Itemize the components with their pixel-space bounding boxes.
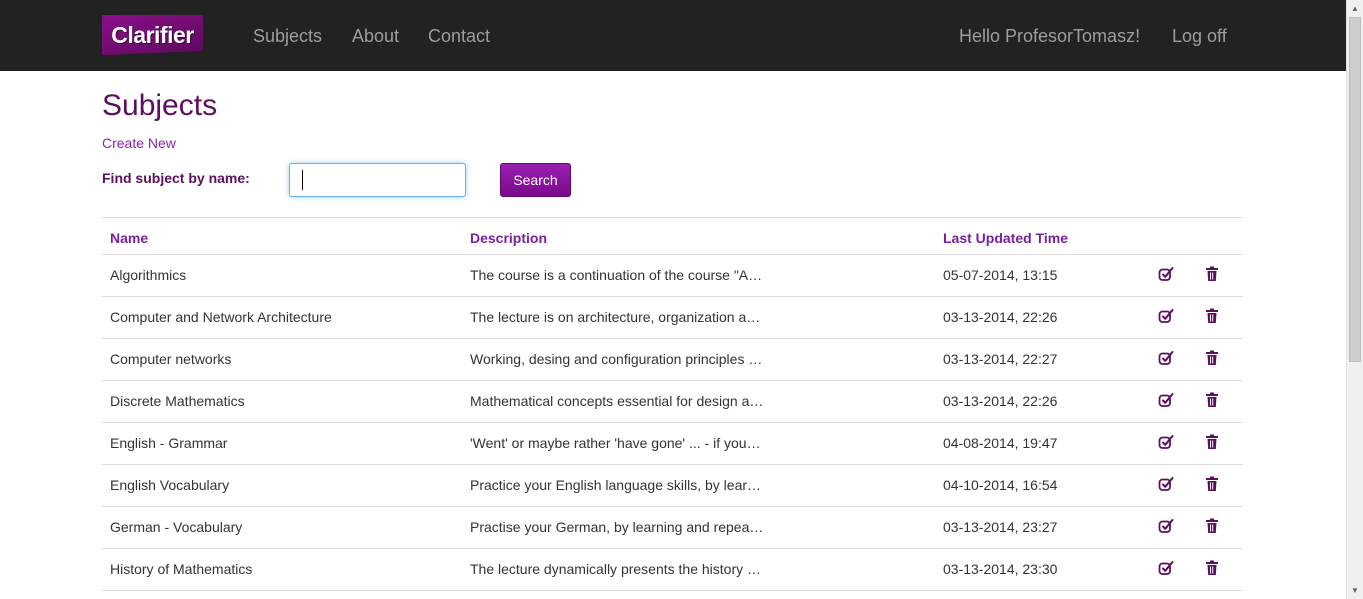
subject-updated-cell: 04-10-2014, 16:54	[943, 477, 1058, 493]
search-button[interactable]: Search	[500, 163, 571, 197]
subject-name-cell: Discrete Mathematics	[110, 393, 245, 409]
subject-name-cell: Computer networks	[110, 351, 232, 367]
subject-search-input[interactable]	[289, 163, 466, 197]
table-row: Computer networks Working, desing and con…	[102, 339, 1243, 381]
subject-updated-cell: 03-13-2014, 22:27	[943, 351, 1058, 367]
trash-icon[interactable]	[1203, 391, 1221, 409]
logoff-link[interactable]: Log off	[1172, 25, 1227, 47]
column-header-name[interactable]: Name	[110, 230, 148, 247]
edit-icon[interactable]	[1157, 265, 1175, 283]
table-row: Discrete Mathematics Mathematical concept…	[102, 381, 1243, 423]
subject-description-cell: Working, desing and configuration princi…	[470, 351, 763, 367]
trash-icon[interactable]	[1203, 265, 1221, 283]
navbar: Clarifier Subjects About Contact Hello P…	[0, 0, 1346, 71]
table-row: History of Mathematics The lecture dynami…	[102, 549, 1243, 591]
subject-description-cell: Practise your German, by learning and re…	[470, 519, 764, 535]
table-row: German - Vocabulary Practise your German,…	[102, 507, 1243, 549]
subject-description-cell: The lecture dynamically presents the his…	[470, 561, 762, 577]
user-greeting-link[interactable]: Hello ProfesorTomasz!	[959, 25, 1140, 47]
subject-description-cell: Mathematical concepts essential for desi…	[470, 393, 764, 409]
subject-updated-cell: 03-13-2014, 22:26	[943, 393, 1058, 409]
edit-icon[interactable]	[1157, 391, 1175, 409]
subject-name-cell: English - Grammar	[110, 435, 228, 451]
subject-updated-cell: 04-08-2014, 19:47	[943, 435, 1058, 451]
table-row: English - Grammar 'Went' or maybe rather …	[102, 423, 1243, 465]
table-row: Computer and Network Architecture The lec…	[102, 297, 1243, 339]
table-row: Algorithmics The course is a continuation…	[102, 255, 1243, 297]
table-header-row: Name Description Last Updated Time	[102, 218, 1243, 255]
subject-name-cell: History of Mathematics	[110, 561, 253, 577]
edit-icon[interactable]	[1157, 307, 1175, 325]
edit-icon[interactable]	[1157, 433, 1175, 451]
find-subject-label: Find subject by name:	[102, 170, 250, 186]
logo-text: Clarifier	[111, 21, 194, 48]
subject-description-cell: Practice your English language skills, b…	[470, 477, 762, 493]
subject-updated-cell: 05-07-2014, 13:15	[943, 267, 1058, 283]
nav-link-about[interactable]: About	[352, 25, 399, 47]
subject-description-cell: 'Went' or maybe rather 'have gone' ... -…	[470, 435, 761, 451]
scroll-down-arrow-icon[interactable]: ▼	[1347, 582, 1363, 599]
vertical-scrollbar[interactable]: ▲ ▼	[1346, 0, 1363, 599]
table-row: English Vocabulary Practice your English …	[102, 465, 1243, 507]
subject-updated-cell: 03-13-2014, 22:26	[943, 309, 1058, 325]
edit-icon[interactable]	[1157, 349, 1175, 367]
edit-icon[interactable]	[1157, 517, 1175, 535]
subject-updated-cell: 03-13-2014, 23:30	[943, 561, 1058, 577]
trash-icon[interactable]	[1203, 307, 1221, 325]
trash-icon[interactable]	[1203, 517, 1221, 535]
nav-link-contact[interactable]: Contact	[428, 25, 490, 47]
clarifier-logo[interactable]: Clarifier	[102, 15, 203, 55]
trash-icon[interactable]	[1203, 559, 1221, 577]
subjects-table: Name Description Last Updated Time Algor…	[102, 217, 1243, 591]
subject-name-cell: German - Vocabulary	[110, 519, 243, 535]
subject-description-cell: The course is a continuation of the cour…	[470, 267, 763, 283]
subject-name-cell: English Vocabulary	[110, 477, 230, 493]
edit-icon[interactable]	[1157, 475, 1175, 493]
trash-icon[interactable]	[1203, 475, 1221, 493]
trash-icon[interactable]	[1203, 349, 1221, 367]
nav-link-subjects[interactable]: Subjects	[253, 25, 322, 47]
create-new-link[interactable]: Create New	[102, 135, 176, 152]
scroll-thumb[interactable]	[1349, 17, 1361, 362]
edit-icon[interactable]	[1157, 559, 1175, 577]
subject-name-cell: Algorithmics	[110, 267, 187, 283]
column-header-description[interactable]: Description	[470, 230, 547, 247]
text-caret	[302, 170, 303, 190]
scroll-up-arrow-icon[interactable]: ▲	[1347, 0, 1363, 17]
subject-updated-cell: 03-13-2014, 23:27	[943, 519, 1058, 535]
subject-description-cell: The lecture is on architecture, organiza…	[470, 309, 761, 325]
subject-name-cell: Computer and Network Architecture	[110, 309, 332, 325]
column-header-last-updated[interactable]: Last Updated Time	[943, 230, 1068, 247]
page-title: Subjects	[102, 89, 218, 122]
trash-icon[interactable]	[1203, 433, 1221, 451]
